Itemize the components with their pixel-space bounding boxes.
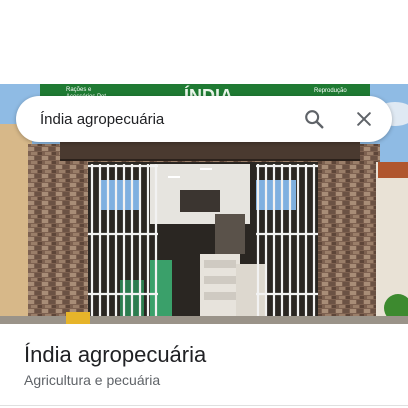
search-input[interactable]: Índia agropecuária bbox=[40, 111, 294, 128]
place-name: Índia agropecuária bbox=[24, 342, 207, 367]
place-category: Agricultura e pecuária bbox=[24, 372, 161, 388]
map-top-area bbox=[0, 0, 408, 84]
svg-text:Reprodução: Reprodução bbox=[314, 88, 347, 94]
sign-left-text-1: Rações e bbox=[66, 87, 92, 93]
divider bbox=[0, 405, 408, 406]
search-icon[interactable] bbox=[294, 99, 334, 139]
search-bar[interactable]: Índia agropecuária bbox=[16, 96, 392, 142]
close-icon[interactable] bbox=[344, 99, 384, 139]
svg-text:Rações e: Rações e bbox=[66, 87, 92, 93]
place-card[interactable]: Índia agropecuária Agricultura e pecuári… bbox=[0, 324, 408, 408]
sign-right-text: Reprodução bbox=[314, 88, 347, 94]
